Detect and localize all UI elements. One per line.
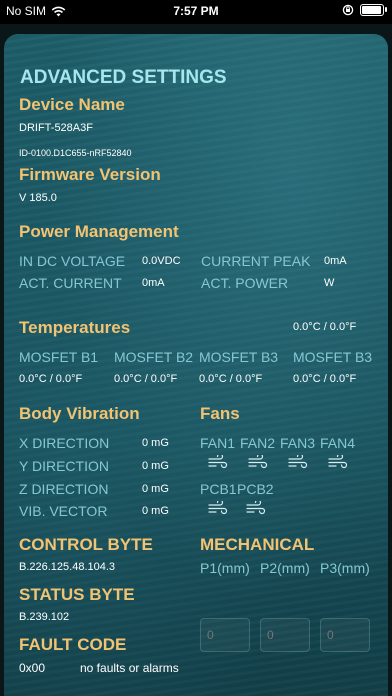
mosfet-label: MOSFET B2 xyxy=(114,349,194,365)
pcb1-label: PCB1 xyxy=(200,481,237,497)
x-direction-label: X DIRECTION xyxy=(19,435,110,451)
mosfet-value: 0.0°C / 0.0°F xyxy=(19,373,83,385)
mosfet-label: MOSFET B3 xyxy=(199,349,279,365)
fault-code-value: 0x00 xyxy=(19,661,46,675)
current-peak-label: CURRENT PEAK xyxy=(201,253,311,269)
orientation-lock-icon xyxy=(342,4,354,16)
status-bar: No SIM 7:57 PM xyxy=(0,0,392,24)
power-heading: Power Management xyxy=(19,222,179,241)
device-name-value: DRIFT-528A3F xyxy=(19,122,93,134)
mechanical-heading: MECHANICAL xyxy=(200,535,315,554)
mosfet-label: MOSFET B3 xyxy=(293,349,373,365)
p3-label: P3(mm) xyxy=(320,560,370,576)
status-time: 7:57 PM xyxy=(173,4,219,18)
battery-icon xyxy=(360,4,387,16)
fan1-wind-icon xyxy=(208,453,228,474)
p1-input[interactable] xyxy=(200,618,250,652)
temperatures-heading: Temperatures xyxy=(19,318,131,337)
fan1-label: FAN1 xyxy=(200,435,236,451)
fan3-wind-icon xyxy=(288,453,308,474)
mosfet-value: 0.0°C / 0.0°F xyxy=(199,373,263,385)
pcb2-wind-icon xyxy=(246,499,266,520)
settings-panel: ADVANCED SETTINGS Device Name DRIFT-528A… xyxy=(4,34,388,696)
p2-input[interactable] xyxy=(260,618,310,652)
p1-label: P1(mm) xyxy=(200,560,250,576)
control-byte-heading: CONTROL BYTE xyxy=(19,535,153,554)
y-direction-label: Y DIRECTION xyxy=(19,458,109,474)
fault-message: no faults or alarms xyxy=(80,661,179,675)
pcb2-label: PCB2 xyxy=(237,481,274,497)
device-id-value: ID-0100.D1C655-nRF52840 xyxy=(19,148,132,158)
temperature-summary: 0.0°C / 0.0°F xyxy=(293,321,357,333)
device-name-heading: Device Name xyxy=(19,95,125,114)
fan4-wind-icon xyxy=(328,453,348,474)
status-right xyxy=(342,4,387,16)
act-power-value: W xyxy=(324,277,335,289)
x-direction-value: 0 mG xyxy=(142,437,169,449)
in-dc-voltage-label: IN DC VOLTAGE xyxy=(19,253,126,269)
fan3-label: FAN3 xyxy=(280,435,316,451)
page-title: ADVANCED SETTINGS xyxy=(20,67,227,88)
fan2-label: FAN2 xyxy=(240,435,276,451)
mosfet-label: MOSFET B1 xyxy=(19,349,99,365)
fault-code-heading: FAULT CODE xyxy=(19,635,127,654)
vib-vector-label: VIB. VECTOR xyxy=(19,503,108,519)
fans-heading: Fans xyxy=(200,404,240,423)
p2-label: P2(mm) xyxy=(260,560,310,576)
in-dc-voltage-value: 0.0VDC xyxy=(142,255,181,267)
vibration-heading: Body Vibration xyxy=(19,404,140,423)
act-current-value: 0mA xyxy=(142,277,165,289)
y-direction-value: 0 mG xyxy=(142,460,169,472)
mosfet-value: 0.0°C / 0.0°F xyxy=(114,373,178,385)
vib-vector-value: 0 mG xyxy=(142,505,169,517)
act-current-label: ACT. CURRENT xyxy=(19,275,122,291)
z-direction-label: Z DIRECTION xyxy=(19,481,109,497)
firmware-value: V 185.0 xyxy=(19,192,57,204)
act-power-label: ACT. POWER xyxy=(201,275,289,291)
current-peak-value: 0mA xyxy=(324,255,347,267)
status-byte-value: B.239.102 xyxy=(19,611,70,623)
z-direction-value: 0 mG xyxy=(142,483,169,495)
mosfet-value: 0.0°C / 0.0°F xyxy=(293,373,357,385)
pcb1-wind-icon xyxy=(208,499,228,520)
fan2-wind-icon xyxy=(248,453,268,474)
control-byte-value: B.226.125.48.104.3 xyxy=(19,561,116,573)
fan4-label: FAN4 xyxy=(320,435,356,451)
p3-input[interactable] xyxy=(320,618,370,652)
status-byte-heading: STATUS BYTE xyxy=(19,585,135,604)
firmware-heading: Firmware Version xyxy=(19,165,161,184)
